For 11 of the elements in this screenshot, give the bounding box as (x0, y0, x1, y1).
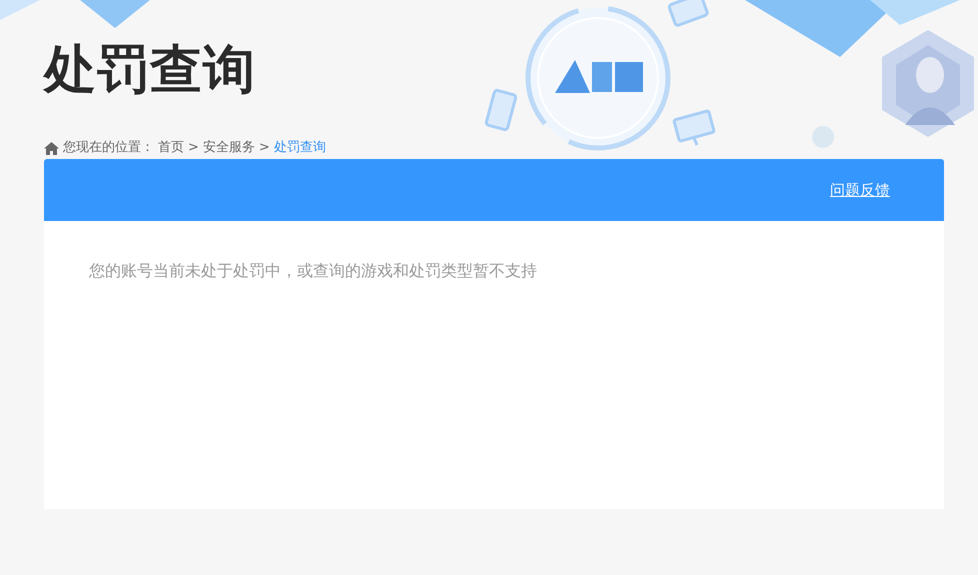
breadcrumb-separator: > (258, 139, 270, 158)
breadcrumb-link[interactable]: 安全服务 (202, 138, 255, 158)
home-icon (44, 142, 59, 154)
status-message: 您的账号当前未处于处罚中，或查询的游戏和处罚类型暂不支持 (89, 260, 538, 282)
breadcrumb-link[interactable]: 处罚查询 (274, 138, 326, 158)
breadcrumb-link[interactable]: 首页 (158, 138, 184, 158)
feedback-link[interactable]: 问题反馈 (830, 178, 890, 202)
breadcrumb-separator: > (188, 139, 199, 158)
bubble-icon (812, 126, 834, 148)
page-title: 处罚查询 (44, 44, 256, 96)
breadcrumb-label: 您现在的位置： (63, 139, 154, 158)
